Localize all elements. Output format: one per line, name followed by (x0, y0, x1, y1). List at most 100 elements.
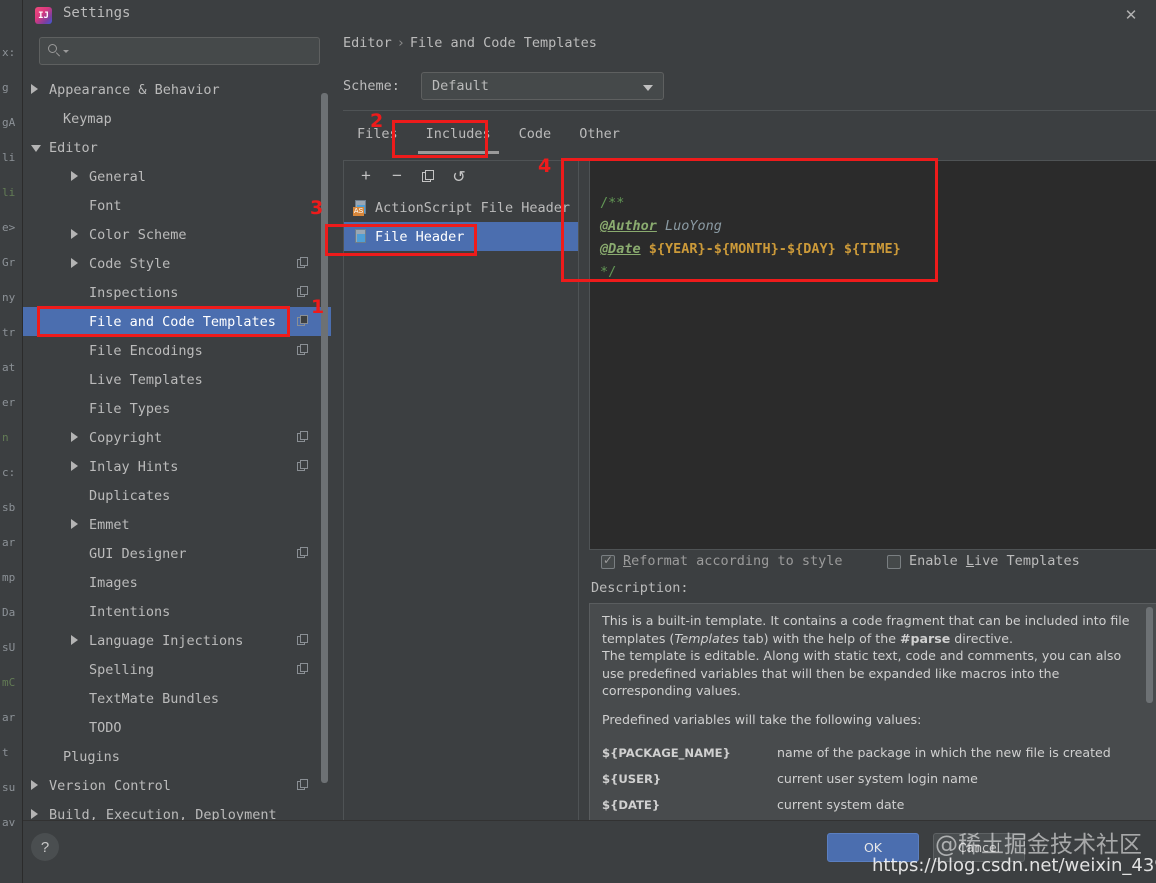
add-template-button[interactable]: + (352, 163, 380, 189)
sidebar-item-spelling[interactable]: Spelling (23, 655, 331, 684)
sidebar-item-live-templates[interactable]: Live Templates (23, 365, 331, 394)
sidebar-item-file-types[interactable]: File Types (23, 394, 331, 423)
sidebar-item-emmet[interactable]: Emmet (23, 510, 331, 539)
sidebar-scrollbar[interactable] (321, 93, 328, 783)
chevron-right-icon[interactable] (71, 519, 78, 529)
chevron-right-icon[interactable] (71, 258, 78, 268)
close-icon[interactable]: ✕ (1119, 4, 1143, 26)
search-dropdown-icon[interactable] (63, 50, 69, 53)
template-list-body[interactable]: AS ActionScript File Header File Header (344, 193, 578, 833)
chevron-right-icon[interactable] (71, 229, 78, 239)
template-list-item[interactable]: File Header (344, 222, 578, 251)
sidebar-item-font[interactable]: Font (23, 191, 331, 220)
sidebar-item-inlay-hints[interactable]: Inlay Hints (23, 452, 331, 481)
sidebar-item-textmate-bundles[interactable]: TextMate Bundles (23, 684, 331, 713)
copy-settings-icon[interactable] (297, 431, 309, 443)
sidebar-item-general[interactable]: General (23, 162, 331, 191)
sidebar-item-version-control[interactable]: Version Control (23, 771, 331, 800)
tab-files[interactable]: Files (343, 122, 412, 150)
scheme-select[interactable]: Default (421, 72, 664, 100)
sidebar-item-file-and-code-templates[interactable]: File and Code Templates (23, 307, 331, 336)
code-comment-close: */ (600, 264, 617, 280)
sidebar-item-images[interactable]: Images (23, 568, 331, 597)
tab-code[interactable]: Code (505, 122, 566, 150)
copy-settings-icon[interactable] (297, 344, 309, 356)
intellij-idea-icon: IJ (35, 7, 52, 24)
settings-search-box[interactable] (39, 37, 320, 65)
chevron-right-icon[interactable] (31, 780, 38, 790)
copy-settings-icon[interactable] (297, 634, 309, 646)
code-author-value: LuoYong (656, 218, 722, 234)
copy-settings-icon[interactable] (297, 315, 309, 327)
tab-label: Code (518, 126, 552, 142)
remove-template-button[interactable]: − (383, 163, 411, 189)
sidebar-item-duplicates[interactable]: Duplicates (23, 481, 331, 510)
breadcrumb-separator: › (396, 35, 405, 51)
copy-settings-icon[interactable] (297, 460, 309, 472)
sidebar-item-intentions[interactable]: Intentions (23, 597, 331, 626)
copy-settings-icon[interactable] (297, 779, 309, 791)
sidebar-item-language-injections[interactable]: Language Injections (23, 626, 331, 655)
description-label: Description: (591, 580, 689, 596)
sidebar-item-code-style[interactable]: Code Style (23, 249, 331, 278)
copy-icon (421, 169, 435, 183)
chevron-right-icon[interactable] (71, 432, 78, 442)
copy-settings-icon[interactable] (297, 663, 309, 675)
reset-template-button[interactable]: ↺ (445, 163, 473, 189)
chevron-right-icon[interactable] (71, 635, 78, 645)
sidebar-item-label: Live Templates (89, 371, 203, 388)
sidebar-item-build-execution-deployment[interactable]: Build, Execution, Deployment (23, 800, 331, 820)
chevron-right-icon[interactable] (71, 171, 78, 181)
breadcrumb-parent[interactable]: Editor (343, 35, 392, 51)
template-tabs[interactable]: Files Includes Code Other (343, 122, 634, 154)
copy-settings-icon[interactable] (297, 286, 309, 298)
settings-tree[interactable]: Appearance & Behavior Keymap Editor General… (23, 75, 331, 820)
help-button[interactable]: ? (31, 833, 59, 861)
predefined-variable-row: ${DATE} current system date (602, 792, 1132, 818)
chevron-right-icon[interactable] (31, 809, 38, 819)
predefined-variable-row: ${PACKAGE_NAME} name of the package in wh… (602, 740, 1132, 766)
search-input[interactable] (70, 41, 310, 61)
sidebar-item-gui-designer[interactable]: GUI Designer (23, 539, 331, 568)
chevron-right-icon[interactable] (31, 84, 38, 94)
description-paragraph-1: This is a built-in template. It contains… (602, 612, 1132, 647)
variable-name: ${USER} (602, 771, 662, 786)
sidebar-item-label: Version Control (49, 777, 171, 794)
chevron-down-icon[interactable] (31, 145, 41, 152)
reformat-checkbox[interactable] (601, 553, 615, 569)
sidebar-item-label: Plugins (63, 748, 120, 765)
sidebar-item-label: File Types (89, 400, 171, 417)
description-scrollbar[interactable] (1146, 607, 1153, 703)
backdrop-ghost-text: mp (2, 571, 16, 584)
backdrop-ghost-text: g (2, 81, 9, 94)
sidebar-item-todo[interactable]: TODO (23, 713, 331, 742)
live-templates-label: Enable Live Templates (909, 553, 1080, 569)
backdrop-ghost-text: ar (2, 536, 16, 549)
copy-settings-icon[interactable] (297, 257, 309, 269)
ok-button[interactable]: OK (827, 833, 919, 862)
copy-settings-icon[interactable] (297, 547, 309, 559)
template-editor[interactable]: /** @Author LuoYong @Date ${YEAR}-${MONT… (589, 160, 1156, 550)
sidebar-item-appearance-behavior[interactable]: Appearance & Behavior (23, 75, 331, 104)
sidebar-item-color-scheme[interactable]: Color Scheme (23, 220, 331, 249)
backdrop-ghost-text: sU (2, 641, 16, 654)
backdrop-ghost-text: Da (2, 606, 16, 619)
sidebar-item-inspections[interactable]: Inspections (23, 278, 331, 307)
sidebar-item-editor[interactable]: Editor (23, 133, 331, 162)
sidebar-item-plugins[interactable]: Plugins (23, 742, 331, 771)
tab-includes[interactable]: Includes (412, 122, 505, 154)
live-templates-checkbox[interactable] (887, 555, 901, 569)
sidebar-item-label: Copyright (89, 429, 163, 446)
predefined-variable-row: ${USER} current user system login name (602, 766, 1132, 792)
sidebar-item-file-encodings[interactable]: File Encodings (23, 336, 331, 365)
copy-template-button[interactable] (414, 163, 442, 189)
sidebar-item-label: Duplicates (89, 487, 171, 504)
cancel-button[interactable]: Cancel (933, 833, 1025, 862)
backdrop-ghost-text: li (2, 186, 16, 199)
tab-other[interactable]: Other (565, 122, 634, 150)
tab-label: Files (357, 126, 398, 142)
sidebar-item-keymap[interactable]: Keymap (23, 104, 331, 133)
chevron-right-icon[interactable] (71, 461, 78, 471)
template-list-item[interactable]: AS ActionScript File Header (344, 193, 578, 222)
sidebar-item-copyright[interactable]: Copyright (23, 423, 331, 452)
